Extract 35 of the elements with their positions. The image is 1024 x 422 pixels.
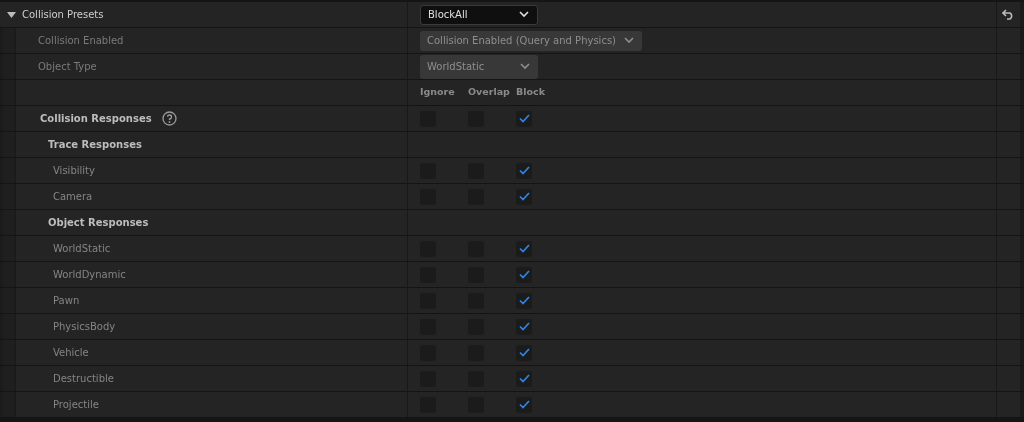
checkbox[interactable] [516,370,532,387]
channel-label: Projectile [53,398,99,412]
channel-label: WorldStatic [53,242,111,256]
channel-label: Vehicle [53,346,89,360]
column-header: Block [516,85,546,100]
chevron-down-icon [519,11,529,18]
channel-label: WorldDynamic [53,268,126,282]
checkbox[interactable] [516,396,532,413]
reset-arrow-icon[interactable] [1002,9,1015,20]
column-header: Overlap [468,85,511,100]
checkbox[interactable] [516,110,532,127]
property-label: Object Type [38,60,97,74]
property-label: Collision Enabled [38,34,124,48]
checkbox[interactable] [516,266,532,283]
group-label: Object Responses [48,216,149,230]
dropdown[interactable]: BlockAll [420,4,538,25]
channel-label: Pawn [53,294,80,308]
chevron-down-icon [624,37,634,44]
channel-label: PhysicsBody [53,320,116,334]
help-icon[interactable] [161,111,177,126]
expand-arrow-icon[interactable] [7,11,16,18]
channel-label: Visibility [53,164,95,178]
section-title: Collision Presets [22,8,104,22]
checkbox[interactable] [516,162,532,179]
checkbox[interactable] [516,292,532,309]
checkbox[interactable] [516,240,532,257]
checkbox[interactable] [516,188,532,205]
channel-label: Destructible [53,372,114,386]
section-label: Collision Responses [40,112,152,126]
checkbox[interactable] [516,318,532,335]
channel-label: Camera [53,190,93,204]
checkbox[interactable] [516,344,532,361]
column-header: Ignore [420,85,456,100]
chevron-down-icon [520,63,530,70]
group-label: Trace Responses [48,138,142,152]
